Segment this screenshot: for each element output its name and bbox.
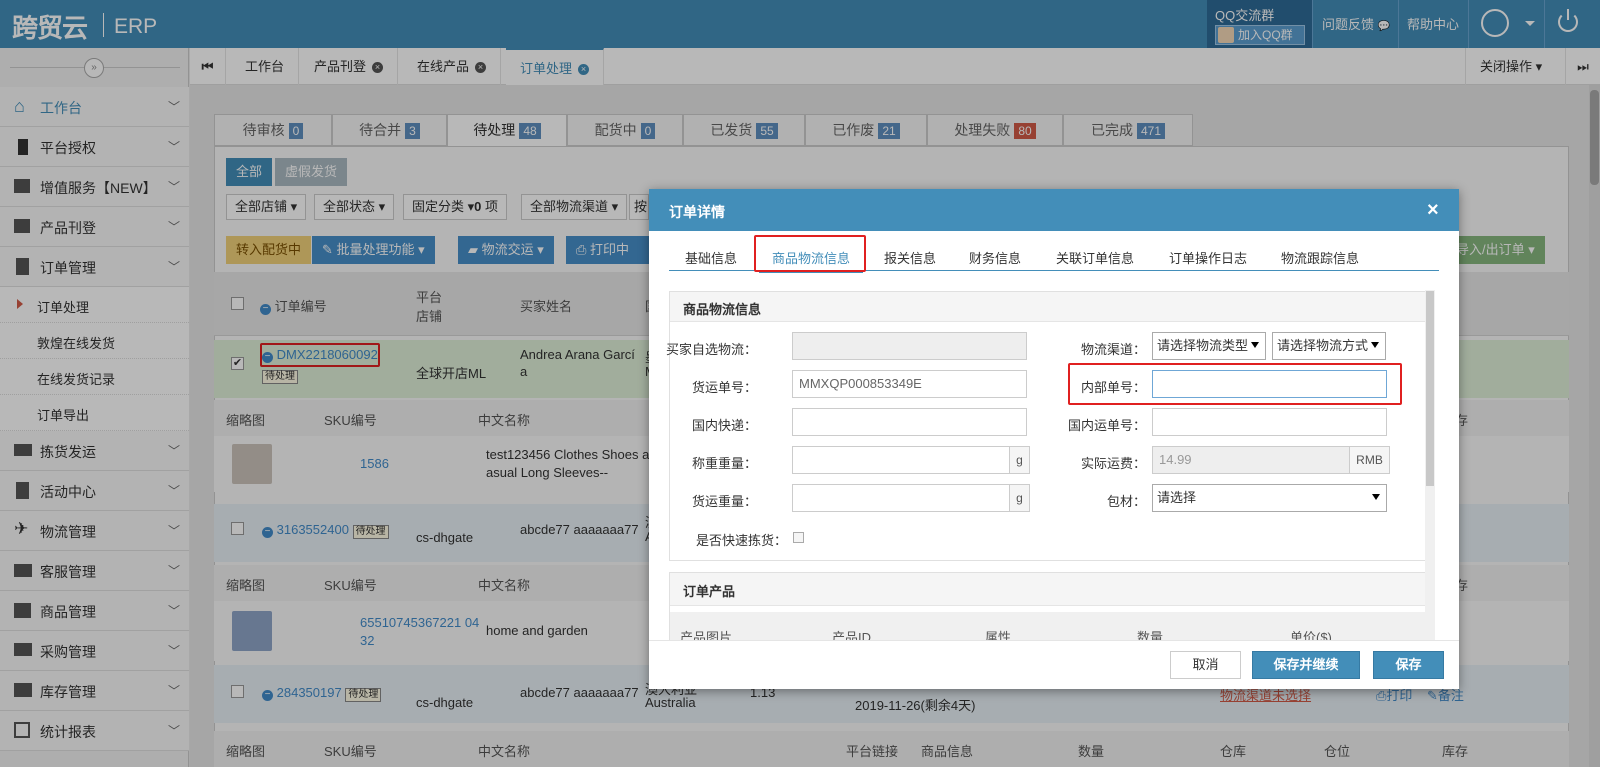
domestic-tracking-input[interactable] — [1152, 408, 1387, 436]
close-icon[interactable]: × — [1427, 199, 1439, 222]
packing-select[interactable]: 请选择 — [1152, 484, 1387, 512]
weigh-weight-label: 称重重量： — [691, 456, 757, 471]
order-products-header — [670, 573, 1432, 606]
weigh-weight-input[interactable] — [792, 446, 1010, 474]
ship-weight-input[interactable] — [792, 484, 1010, 512]
tab-customs[interactable]: 报关信息 — [872, 245, 948, 273]
cancel-button[interactable]: 取消 — [1170, 651, 1241, 679]
tab-finance[interactable]: 财务信息 — [957, 245, 1033, 273]
order-products-title: 订单产品 — [683, 584, 736, 599]
internal-no-input[interactable] — [1152, 370, 1387, 398]
actual-fee-input[interactable]: 14.99 — [1152, 446, 1350, 474]
dropdown-arrow-icon — [1372, 494, 1380, 500]
channel-method-select[interactable]: 请选择物流方式 — [1272, 332, 1386, 360]
domestic-express-label: 国内快递： — [691, 418, 757, 433]
buyer-logistics-field — [792, 332, 1027, 360]
save-button[interactable]: 保存 — [1373, 651, 1444, 679]
weight-unit: g — [1010, 446, 1030, 474]
save-and-continue-button[interactable]: 保存并继续 — [1252, 651, 1360, 679]
fast-pick-label: 是否快速拣货： — [695, 533, 787, 548]
dropdown-arrow-icon — [1251, 342, 1259, 348]
modal-scrollbar-thumb[interactable] — [1426, 291, 1434, 486]
modal-header — [649, 189, 1459, 231]
logistics-section-title: 商品物流信息 — [683, 302, 762, 317]
ship-weight-label: 货运重量： — [691, 494, 757, 509]
channel-type-select[interactable]: 请选择物流类型 — [1152, 332, 1266, 360]
internal-no-label: 内部单号： — [1080, 380, 1146, 395]
fast-pick-checkbox[interactable] — [793, 532, 804, 543]
tracking-no-label: 货运单号： — [691, 380, 757, 395]
packing-label: 包材： — [1106, 494, 1146, 509]
highlight-box — [754, 235, 866, 272]
actual-fee-label: 实际运费： — [1080, 456, 1146, 471]
domestic-express-input[interactable] — [792, 408, 1027, 436]
logistics-section-header — [670, 292, 1432, 322]
tab-tracking-info[interactable]: 物流跟踪信息 — [1270, 245, 1370, 273]
tracking-no-input[interactable]: MMXQP000853349E — [792, 370, 1027, 398]
channel-label: 物流渠道： — [1080, 342, 1146, 357]
tab-related-orders[interactable]: 关联订单信息 — [1047, 245, 1143, 273]
weight-unit: g — [1010, 484, 1030, 512]
tab-basic-info[interactable]: 基础信息 — [669, 245, 753, 273]
currency-unit: RMB — [1350, 446, 1390, 474]
buyer-logistics-label: 买家自选物流： — [665, 342, 757, 357]
tab-operation-log[interactable]: 订单操作日志 — [1160, 245, 1256, 273]
dropdown-arrow-icon — [1371, 342, 1379, 348]
domestic-tracking-label: 国内运单号： — [1067, 418, 1146, 433]
modal-title: 订单详情 — [669, 204, 725, 220]
